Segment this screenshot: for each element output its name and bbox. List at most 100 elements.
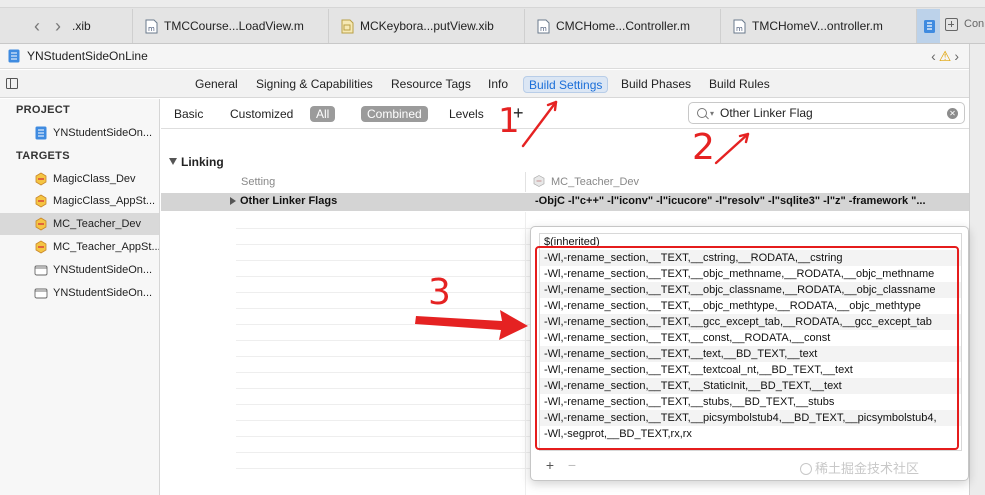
- project-file-icon: [924, 19, 935, 33]
- list-item[interactable]: -Wl,-rename_section,__TEXT,__cstring,__R…: [540, 250, 961, 266]
- target-item-selected[interactable]: MC_Teacher_Dev: [0, 213, 159, 235]
- test-target-icon: [34, 265, 48, 276]
- list-item[interactable]: -Wl,-rename_section,__TEXT,__textcoal_nt…: [540, 362, 961, 378]
- watermark-logo-icon: [800, 463, 812, 475]
- project-navigator: PROJECT YNStudentSideOn... TARGETS Magic…: [0, 99, 160, 495]
- chevron-right-icon[interactable]: ›: [954, 49, 959, 63]
- jump-bar: YNStudentSideOnLine ‹ ⚠ ›: [0, 44, 969, 69]
- settings-search-field[interactable]: ▾ Other Linker Flag ✕: [688, 102, 965, 124]
- project-file-icon: [8, 49, 20, 63]
- tab-info[interactable]: Info: [483, 76, 513, 93]
- file-tab-label: TMCCourse...LoadView.m: [164, 19, 304, 33]
- tab-general[interactable]: General: [190, 76, 243, 93]
- section-linking[interactable]: Linking: [169, 155, 224, 169]
- linker-flags-popover: $(inherited) -Wl,-rename_section,__TEXT,…: [530, 226, 969, 481]
- project-file-icon: [35, 126, 47, 140]
- list-item[interactable]: -Wl,-segprot,__BD_TEXT,rx,rx: [540, 426, 961, 442]
- remove-flag-button[interactable]: −: [561, 457, 583, 475]
- target-item[interactable]: MagicClass_Dev: [0, 168, 159, 190]
- target-item[interactable]: YNStudentSideOn...: [0, 282, 159, 304]
- file-tab-label: TMCHomeV...ontroller.m: [752, 19, 883, 33]
- back-arrow-icon[interactable]: ‹: [34, 17, 40, 35]
- objc-file-icon: m: [145, 19, 158, 33]
- file-tab-label: .xib: [72, 19, 91, 33]
- file-tab[interactable]: MCKeybora...putView.xib: [328, 9, 524, 43]
- target-item[interactable]: YNStudentSideOn...: [0, 259, 159, 281]
- objc-file-icon: m: [537, 19, 550, 33]
- editor-tab-strip: General Signing & Capabilities Resource …: [0, 70, 969, 98]
- list-item[interactable]: -Wl,-rename_section,__TEXT,__objc_methna…: [540, 266, 961, 282]
- filter-all[interactable]: All: [310, 106, 336, 122]
- chevron-left-icon[interactable]: ‹: [931, 49, 936, 63]
- annotation-step-3: 3: [428, 272, 451, 313]
- app-target-icon: [35, 217, 47, 231]
- list-item[interactable]: -Wl,-rename_section,__TEXT,__objc_methty…: [540, 298, 961, 314]
- list-item[interactable]: -Wl,-rename_section,__TEXT,__stubs,__BD_…: [540, 394, 961, 410]
- filter-basic[interactable]: Basic: [168, 106, 209, 122]
- targets-header: TARGETS: [16, 150, 70, 162]
- file-tab-active[interactable]: [916, 9, 940, 43]
- disclosure-triangle-icon[interactable]: [230, 197, 236, 205]
- list-item[interactable]: $(inherited): [540, 234, 961, 250]
- linker-flags-list: $(inherited) -Wl,-rename_section,__TEXT,…: [539, 233, 962, 451]
- search-input[interactable]: Other Linker Flag: [720, 106, 947, 120]
- tab-resource-tags[interactable]: Resource Tags: [386, 76, 476, 93]
- app-target-icon: [35, 172, 47, 186]
- jump-bar-project[interactable]: YNStudentSideOnLine: [27, 49, 148, 63]
- setting-row-other-linker-flags[interactable]: Other Linker Flags -ObjC -l"c++" -l"icon…: [161, 193, 969, 211]
- objc-file-icon: m: [733, 19, 746, 33]
- filter-customized[interactable]: Customized: [224, 106, 299, 122]
- tab-build-rules[interactable]: Build Rules: [704, 76, 775, 93]
- svg-text:m: m: [736, 25, 743, 33]
- target-item-label: MagicClass_Dev: [53, 173, 136, 185]
- clear-search-icon[interactable]: ✕: [947, 107, 958, 119]
- file-tab-partial[interactable]: .xib: [68, 9, 132, 43]
- jump-bar-tools: ‹ ⚠ ›: [931, 49, 959, 63]
- disclosure-triangle-icon: [169, 158, 177, 165]
- list-item[interactable]: -Wl,-rename_section,__TEXT,__const,__ROD…: [540, 330, 961, 346]
- column-header-setting: Setting: [241, 176, 276, 188]
- file-tab-label: MCKeybora...putView.xib: [360, 19, 494, 33]
- sidebar-toggle-icon[interactable]: [6, 78, 18, 89]
- filter-combined[interactable]: Combined: [361, 106, 428, 122]
- file-tab[interactable]: m CMCHome...Controller.m: [524, 9, 720, 43]
- popover-toolbar: + −: [539, 457, 583, 475]
- file-tab[interactable]: m TMCHomeV...ontroller.m: [720, 9, 916, 43]
- chevron-down-icon: ▾: [710, 108, 715, 118]
- target-item-label: YNStudentSideOn...: [53, 264, 153, 276]
- project-item-label: YNStudentSideOn...: [53, 127, 153, 139]
- list-item[interactable]: -Wl,-rename_section,__TEXT,__gcc_except_…: [540, 314, 961, 330]
- related-items-label: Con: [964, 18, 985, 30]
- list-item[interactable]: -Wl,-rename_section,__TEXT,__StaticInit,…: [540, 378, 961, 394]
- section-title: Linking: [181, 155, 224, 169]
- list-item[interactable]: -Wl,-rename_section,__TEXT,__text,__BD_T…: [540, 346, 961, 362]
- build-settings-filter-bar: Basic Customized All Combined Levels ▾ O…: [161, 99, 969, 129]
- watermark-text: 稀土掘金技术社区: [815, 462, 920, 477]
- tab-build-settings[interactable]: Build Settings: [523, 76, 609, 93]
- tab-build-phases[interactable]: Build Phases: [616, 76, 696, 93]
- warning-icon[interactable]: ⚠: [939, 49, 952, 63]
- svg-text:m: m: [148, 25, 155, 33]
- target-item[interactable]: MC_Teacher_AppSt...: [0, 236, 159, 258]
- forward-arrow-icon[interactable]: ›: [55, 17, 61, 35]
- add-tab-icon[interactable]: [945, 18, 958, 31]
- app-target-icon: [533, 175, 545, 187]
- setting-name: Other Linker Flags: [240, 195, 338, 207]
- app-target-icon: [35, 194, 47, 208]
- test-target-icon: [34, 288, 48, 299]
- project-item[interactable]: YNStudentSideOn...: [0, 122, 159, 144]
- tab-signing-capabilities[interactable]: Signing & Capabilities: [251, 76, 378, 93]
- xib-file-icon: [341, 19, 354, 33]
- search-icon: [697, 108, 707, 118]
- list-item[interactable]: -Wl,-rename_section,__TEXT,__picsymbolst…: [540, 410, 961, 426]
- file-tab-label: CMCHome...Controller.m: [556, 19, 691, 33]
- file-tab[interactable]: m TMCCourse...LoadView.m: [132, 9, 328, 43]
- list-item[interactable]: -Wl,-rename_section,__TEXT,__objc_classn…: [540, 282, 961, 298]
- target-item-label: MagicClass_AppSt...: [53, 195, 156, 207]
- add-flag-button[interactable]: +: [539, 457, 561, 475]
- target-item-label: YNStudentSideOn...: [53, 287, 153, 299]
- setting-value[interactable]: -ObjC -l"c++" -l"iconv" -l"icucore" -l"r…: [535, 195, 965, 207]
- inspector-panel-edge: [969, 44, 985, 495]
- target-item[interactable]: MagicClass_AppSt...: [0, 190, 159, 212]
- filter-levels[interactable]: Levels: [443, 106, 490, 122]
